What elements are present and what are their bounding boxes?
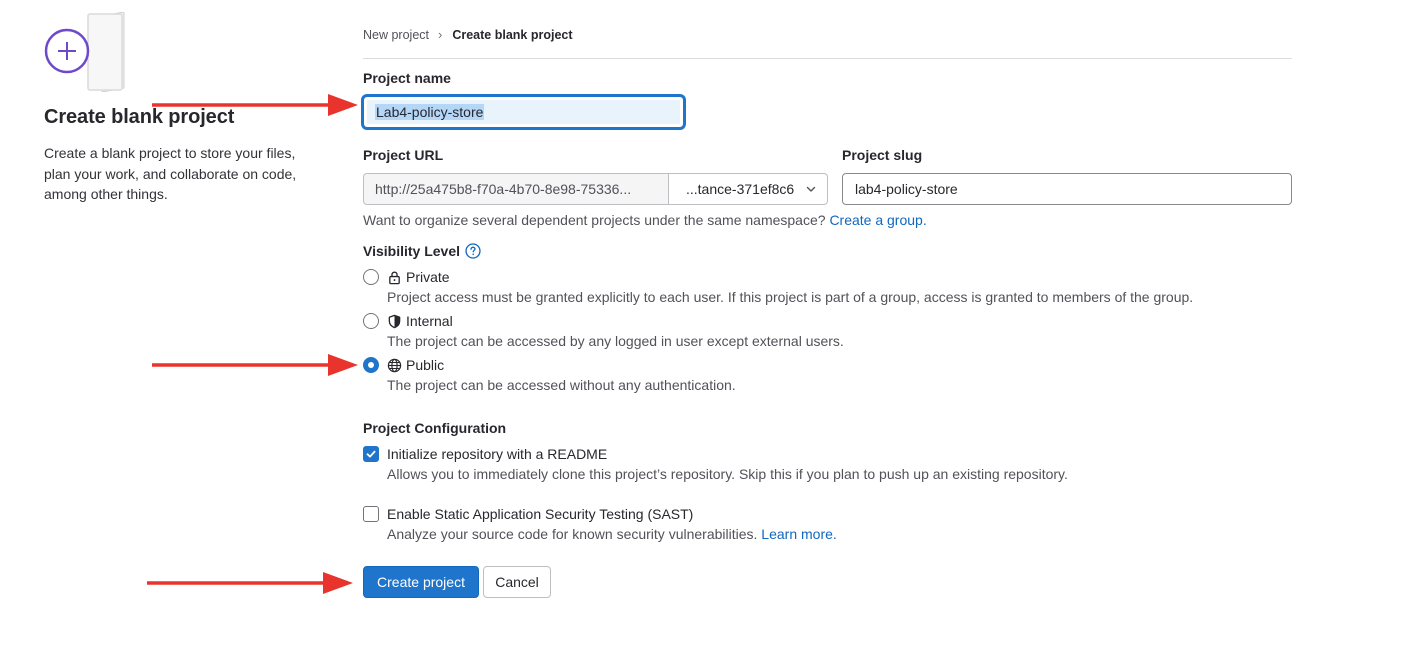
- namespace-help: Want to organize several dependent proje…: [363, 212, 927, 228]
- globe-icon: [387, 358, 402, 372]
- namespace-select-value: ...tance-371ef8c6: [686, 181, 795, 197]
- readme-desc: Allows you to immediately clone this pro…: [387, 466, 1068, 482]
- project-slug-value: lab4-policy-store: [855, 181, 958, 197]
- readme-label[interactable]: Initialize repository with a README: [387, 446, 607, 462]
- visibility-level-label: Visibility Level: [363, 243, 481, 259]
- visibility-private-radio[interactable]: [363, 269, 379, 285]
- visibility-public-desc: The project can be accessed without any …: [387, 377, 736, 393]
- visibility-internal-desc: The project can be accessed by any logge…: [387, 333, 844, 349]
- annotation-arrow-create: [147, 572, 353, 594]
- divider: [363, 58, 1292, 59]
- project-slug-input[interactable]: lab4-policy-store: [842, 173, 1292, 205]
- project-name-value: Lab4-policy-store: [375, 104, 485, 120]
- project-name-label: Project name: [363, 70, 451, 86]
- project-name-input[interactable]: Lab4-policy-store: [363, 96, 684, 128]
- learn-more-link[interactable]: Learn more.: [761, 526, 836, 542]
- blank-project-illustration: [44, 11, 128, 93]
- shield-icon: [388, 314, 401, 328]
- visibility-level-text: Visibility Level: [363, 243, 461, 259]
- create-group-link[interactable]: Create a group.: [829, 212, 926, 228]
- chevron-right-icon: ›: [438, 27, 443, 42]
- visibility-internal-radio[interactable]: [363, 313, 379, 329]
- page-description: Create a blank project to store your fil…: [44, 145, 297, 202]
- breadcrumb-new-project[interactable]: New project: [363, 28, 429, 42]
- breadcrumb: New project › Create blank project: [363, 27, 573, 42]
- visibility-public-text: Public: [406, 357, 445, 373]
- question-circle-icon[interactable]: [465, 243, 481, 259]
- cancel-button[interactable]: Cancel: [483, 566, 551, 598]
- visibility-public-label[interactable]: Public: [387, 357, 444, 373]
- visibility-internal-label[interactable]: Internal: [387, 313, 453, 329]
- breadcrumb-current: Create blank project: [452, 27, 573, 42]
- namespace-help-text: Want to organize several dependent proje…: [363, 212, 826, 228]
- sast-desc: Analyze your source code for known secur…: [387, 526, 758, 542]
- visibility-private-text: Private: [406, 269, 450, 285]
- visibility-private-label[interactable]: Private: [387, 269, 450, 285]
- annotation-arrow-project-name: [152, 94, 358, 116]
- namespace-select[interactable]: ...tance-371ef8c6: [668, 173, 828, 205]
- project-url-prefix: http://25a475b8-f70a-4b70-8e98-75336...: [363, 173, 669, 205]
- check-icon: [366, 450, 376, 458]
- visibility-internal-text: Internal: [406, 313, 453, 329]
- create-project-button[interactable]: Create project: [363, 566, 479, 598]
- annotation-arrow-public: [152, 354, 358, 376]
- visibility-private-desc: Project access must be granted explicitl…: [387, 289, 1194, 305]
- sast-desc-row: Analyze your source code for known secur…: [387, 526, 837, 542]
- readme-checkbox[interactable]: [363, 446, 379, 462]
- visibility-public-radio[interactable]: [363, 357, 379, 373]
- sast-checkbox[interactable]: [363, 506, 379, 522]
- chevron-down-icon: [806, 186, 816, 192]
- lock-icon: [389, 270, 400, 284]
- project-url-label: Project URL: [363, 147, 444, 163]
- sast-label[interactable]: Enable Static Application Security Testi…: [387, 506, 693, 522]
- project-config-label: Project Configuration: [363, 420, 507, 436]
- project-slug-label: Project slug: [842, 147, 923, 163]
